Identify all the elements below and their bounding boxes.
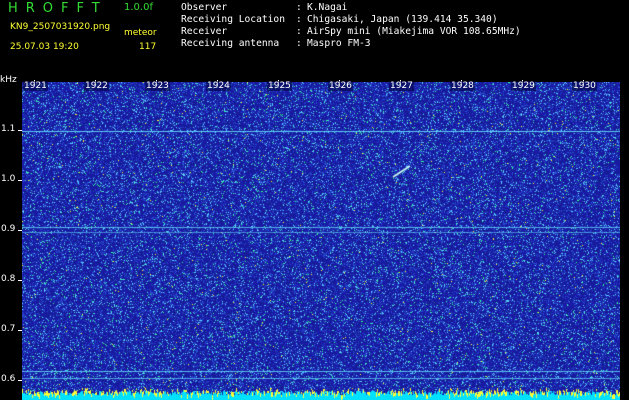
time-tick-label: 1928 — [450, 81, 475, 91]
time-tick-label: 1922 — [84, 81, 109, 91]
app-title: HROFFT — [8, 1, 108, 16]
time-tick-label: 1929 — [511, 81, 536, 91]
hrofft-window: HROFFT 1.0.0f KN9_2507031920.png meteor … — [0, 0, 629, 400]
time-tick-label: 1927 — [389, 81, 414, 91]
time-tick-label: 1921 — [23, 81, 48, 91]
frequency-unit-label: kHz — [0, 75, 17, 85]
frequency-tick-label: 0.8 — [1, 274, 16, 284]
time-axis: 1921 1922 1923 1924 1925 1926 1927 1928 1929 1930 — [22, 80, 620, 94]
frequency-tick-label: 0.7 — [1, 324, 16, 334]
time-tick-label: 1923 — [145, 81, 170, 91]
datetime-label: 25.07.03 19:20 — [10, 42, 79, 52]
receiver-label: Receiver — [181, 26, 228, 37]
frequency-tick — [18, 280, 22, 281]
location-separator: : — [296, 14, 302, 25]
time-tick-label: 1930 — [572, 81, 597, 91]
frequency-tick — [18, 380, 22, 381]
frequency-tick — [18, 180, 22, 181]
antenna-value: Maspro FM-3 — [307, 38, 371, 49]
frequency-tick — [18, 330, 22, 331]
time-tick-label: 1925 — [267, 81, 292, 91]
frequency-tick-label: 0.6 — [1, 374, 16, 384]
frequency-tick-label: 1.1 — [1, 124, 16, 134]
antenna-label: Receiving antenna — [181, 38, 280, 49]
meteor-count: 117 — [139, 42, 157, 52]
frequency-tick-label: 0.9 — [1, 224, 16, 234]
spectrogram-canvas — [22, 82, 620, 400]
antenna-separator: : — [296, 38, 302, 49]
observer-separator: : — [296, 2, 302, 13]
time-tick-label: 1926 — [328, 81, 353, 91]
file-name: KN9_2507031920.png — [10, 22, 111, 32]
receiver-value: AirSpy mini (Miakejima VOR 108.65MHz) — [307, 26, 521, 37]
time-tick-label: 1924 — [206, 81, 231, 91]
receiver-separator: : — [296, 26, 302, 37]
mode-label: meteor — [124, 28, 157, 38]
frequency-tick — [18, 230, 22, 231]
location-value: Chigasaki, Japan (139.414 35.340) — [307, 14, 498, 25]
location-label: Receiving Location — [181, 14, 285, 25]
frequency-tick — [18, 130, 22, 131]
observer-value: K.Nagai — [307, 2, 348, 13]
observer-label: Observer — [181, 2, 228, 13]
frequency-tick-label: 1.0 — [1, 174, 16, 184]
app-version: 1.0.0f — [124, 2, 153, 13]
